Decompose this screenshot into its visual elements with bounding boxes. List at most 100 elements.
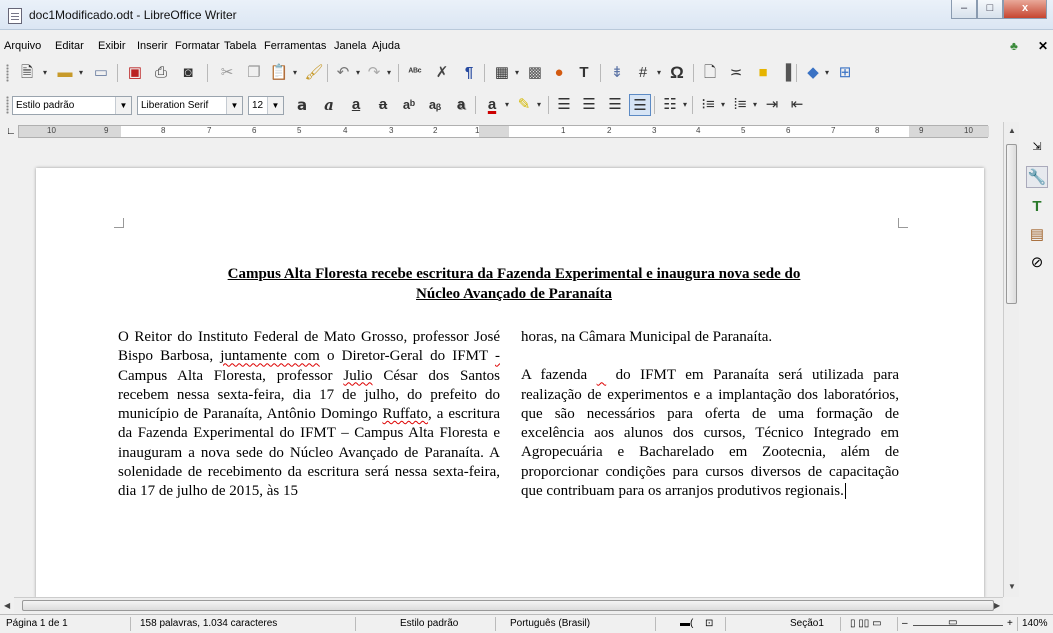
table-dropdown-icon[interactable]: ▾	[512, 62, 522, 84]
language[interactable]: Português (Brasil)	[510, 618, 590, 629]
superscript-icon[interactable]: aᵇ	[398, 94, 420, 116]
bullets-dropdown-icon[interactable]: ▾	[718, 94, 728, 116]
export-pdf-icon[interactable]: ▣	[124, 62, 146, 84]
shadow-icon[interactable]: a	[450, 94, 472, 116]
footnote-icon[interactable]: ≍	[725, 62, 747, 84]
zoom-slider[interactable]	[913, 625, 1003, 626]
highlight-icon[interactable]: ✎	[513, 94, 535, 116]
menu-inserir[interactable]: Inserir	[137, 40, 168, 52]
chevron-down-icon[interactable]: ▼	[115, 97, 131, 114]
clone-formatting-icon[interactable]: 🖌	[303, 62, 325, 84]
print-icon[interactable]: ⎙	[150, 62, 172, 84]
scroll-left-icon[interactable]: ◀	[4, 601, 10, 610]
paragraph-style-select[interactable]: Estilo padrão ▼	[12, 96, 132, 115]
selection-mode-icon[interactable]: ⊡	[705, 618, 713, 629]
styles-icon[interactable]: T	[1026, 196, 1048, 218]
page-count[interactable]: Página 1 de 1	[6, 618, 68, 629]
highlight-dropdown-icon[interactable]: ▾	[534, 94, 544, 116]
zoom-slider-handle[interactable]: ▭	[948, 617, 957, 628]
document-heading[interactable]: Campus Alta Floresta recebe escritura da…	[134, 264, 894, 304]
open-icon[interactable]: ▬	[54, 62, 76, 84]
menu-arquivo[interactable]: Arquivo	[4, 40, 41, 52]
text-box-icon[interactable]: T	[573, 62, 595, 84]
field-dropdown-icon[interactable]: ▾	[654, 62, 664, 84]
new-document-icon[interactable]: 🗎	[16, 62, 38, 84]
subscript-icon[interactable]: aᵦ	[424, 94, 446, 116]
bullets-icon[interactable]: ⁝≡	[697, 94, 719, 116]
font-color-icon[interactable]: a	[481, 94, 503, 116]
menu-ferramentas[interactable]: Ferramentas	[264, 40, 326, 52]
shapes-icon[interactable]: ◆	[802, 62, 824, 84]
open-dropdown-icon[interactable]: ▾	[76, 62, 86, 84]
ruler-bar[interactable]: 10 9 8 7 6 5 4 3 2 1 1 2 3 4 5 6 7 8 9 1…	[18, 125, 989, 138]
horizontal-ruler[interactable]: ∟ 10 9 8 7 6 5 4 3 2 1 1 2 3 4 5 6 7 8 9…	[0, 122, 1003, 142]
save-icon[interactable]: ▭	[90, 62, 112, 84]
print-preview-icon[interactable]: ◙	[177, 62, 199, 84]
close-document-icon[interactable]: ✕	[1038, 39, 1048, 53]
align-center-icon[interactable]: ☰	[578, 94, 600, 116]
text-column-1[interactable]: O Reitor do Instituto Federal de Mato Gr…	[118, 328, 500, 502]
image-icon[interactable]: ▩	[524, 62, 546, 84]
menu-exibir[interactable]: Exibir	[98, 40, 126, 52]
redo-icon[interactable]: ↷	[363, 62, 385, 84]
paste-dropdown-icon[interactable]: ▾	[290, 62, 300, 84]
line-spacing-icon[interactable]: ☷	[659, 94, 681, 116]
gallery-icon[interactable]: ▤	[1026, 224, 1048, 246]
spellcheck-icon[interactable]: ᴬᴮᶜ	[404, 62, 426, 84]
font-color-dropdown-icon[interactable]: ▾	[502, 94, 512, 116]
zoom-level[interactable]: 140%	[1022, 618, 1048, 629]
menu-tabela[interactable]: Tabela	[224, 40, 256, 52]
chevron-down-icon[interactable]: ▼	[267, 97, 283, 114]
toolbar-grip[interactable]	[6, 96, 9, 114]
track-changes-icon[interactable]: ▐	[775, 62, 797, 84]
strikethrough-icon[interactable]: a	[372, 94, 394, 116]
hyperlink-icon[interactable]: 🗋	[699, 62, 721, 84]
numbering-icon[interactable]: ⁞≡	[729, 94, 751, 116]
toolbar-grip[interactable]	[6, 64, 9, 82]
comment-icon[interactable]: ■	[752, 62, 774, 84]
page-break-icon[interactable]: ⇟	[606, 62, 628, 84]
view-layout-icon[interactable]: ▯ ▯▯ ▭	[850, 618, 882, 629]
chart-icon[interactable]: ●	[548, 62, 570, 84]
page[interactable]: Campus Alta Floresta recebe escritura da…	[36, 168, 984, 598]
vertical-scrollbar[interactable]: ▲ ▼	[1003, 122, 1019, 597]
menu-janela[interactable]: Janela	[334, 40, 366, 52]
horizontal-scrollbar[interactable]: ◀ ▶	[4, 597, 1003, 613]
word-count[interactable]: 158 palavras, 1.034 caracteres	[140, 618, 277, 629]
scroll-down-icon[interactable]: ▼	[1008, 582, 1016, 591]
scroll-thumb[interactable]	[1006, 144, 1017, 304]
scroll-up-icon[interactable]: ▲	[1008, 126, 1016, 135]
close-button[interactable]: x	[1003, 0, 1047, 19]
zoom-in-button[interactable]: +	[1007, 618, 1013, 629]
draw-functions-icon[interactable]: ⊞	[834, 62, 856, 84]
undo-dropdown-icon[interactable]: ▾	[353, 62, 363, 84]
minimize-button[interactable]: –	[951, 0, 977, 19]
underline-icon[interactable]: a	[345, 94, 367, 116]
navigator-icon[interactable]: ⊘	[1026, 252, 1048, 274]
menu-formatar[interactable]: Formatar	[175, 40, 220, 52]
paste-icon[interactable]: 📋	[268, 62, 290, 84]
font-size-select[interactable]: 12 ▼	[248, 96, 284, 115]
align-right-icon[interactable]: ☰	[604, 94, 626, 116]
new-dropdown-icon[interactable]: ▾	[40, 62, 50, 84]
menu-editar[interactable]: Editar	[55, 40, 84, 52]
extension-icon[interactable]: ♣	[1010, 39, 1018, 53]
italic-icon[interactable]: a	[318, 94, 340, 116]
align-left-icon[interactable]: ☰	[553, 94, 575, 116]
sidebar-menu-icon[interactable]: ⇲	[1026, 136, 1048, 158]
bold-icon[interactable]: a	[291, 94, 313, 116]
copy-icon[interactable]: ❐	[243, 62, 265, 84]
font-name-select[interactable]: Liberation Serif ▼	[137, 96, 243, 115]
tab-stop-icon[interactable]: ∟	[6, 126, 16, 137]
scroll-right-icon[interactable]: ▶	[994, 601, 1000, 610]
zoom-out-button[interactable]: –	[902, 618, 908, 629]
scroll-thumb[interactable]	[22, 600, 994, 611]
outdent-icon[interactable]: ⇤	[786, 94, 808, 116]
redo-dropdown-icon[interactable]: ▾	[384, 62, 394, 84]
undo-icon[interactable]: ↶	[332, 62, 354, 84]
insert-mode-icon[interactable]: ▬(	[680, 618, 693, 629]
numbering-dropdown-icon[interactable]: ▾	[750, 94, 760, 116]
special-character-icon[interactable]: Ω	[666, 62, 688, 84]
text-column-2[interactable]: horas, na Câmara Municipal de Paranaíta.…	[521, 328, 899, 501]
indent-icon[interactable]: ⇥	[761, 94, 783, 116]
